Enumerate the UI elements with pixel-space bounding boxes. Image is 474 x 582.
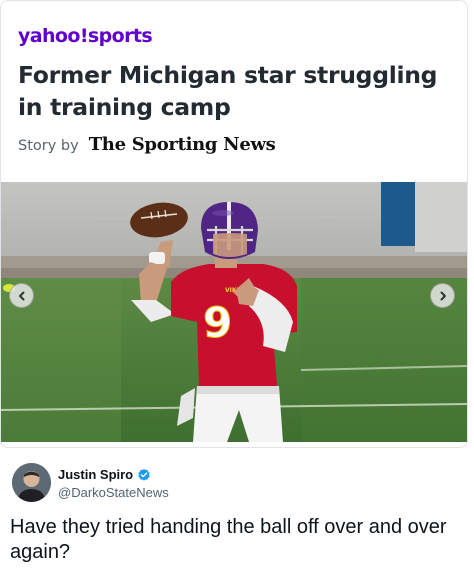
chevron-left-icon xyxy=(18,291,24,300)
carousel-next-button[interactable] xyxy=(430,283,455,308)
publisher-name[interactable]: The Sporting News xyxy=(89,134,276,155)
verified-badge-icon xyxy=(138,468,150,481)
avatar[interactable] xyxy=(12,463,51,502)
tweet-handle[interactable]: @DarkoStateNews xyxy=(58,485,169,500)
tweet-text: Have they tried handing the ball off ove… xyxy=(10,516,447,563)
jersey-number: 9 xyxy=(203,298,232,347)
byline-prefix: Story by xyxy=(18,138,79,154)
byline: Story by The Sporting News xyxy=(18,134,276,155)
carousel-prev-button[interactable] xyxy=(9,283,34,308)
article-headline[interactable]: Former Michigan star struggling in train… xyxy=(18,59,458,123)
author-name[interactable]: Justin Spiro xyxy=(58,467,133,482)
tweet-author[interactable]: Justin Spiro xyxy=(58,467,151,482)
quarterback-photo: 9 VIKINGS xyxy=(1,182,467,442)
article-photo[interactable]: 9 VIKINGS xyxy=(1,182,467,442)
yahoo-sports-logo: yahoo!sports xyxy=(18,25,153,47)
tweet[interactable]: Justin Spiro @DarkoStateNews Have they t… xyxy=(0,450,474,582)
article-card[interactable]: yahoo!sports Former Michigan star strugg… xyxy=(0,0,468,448)
chevron-right-icon xyxy=(440,291,446,300)
